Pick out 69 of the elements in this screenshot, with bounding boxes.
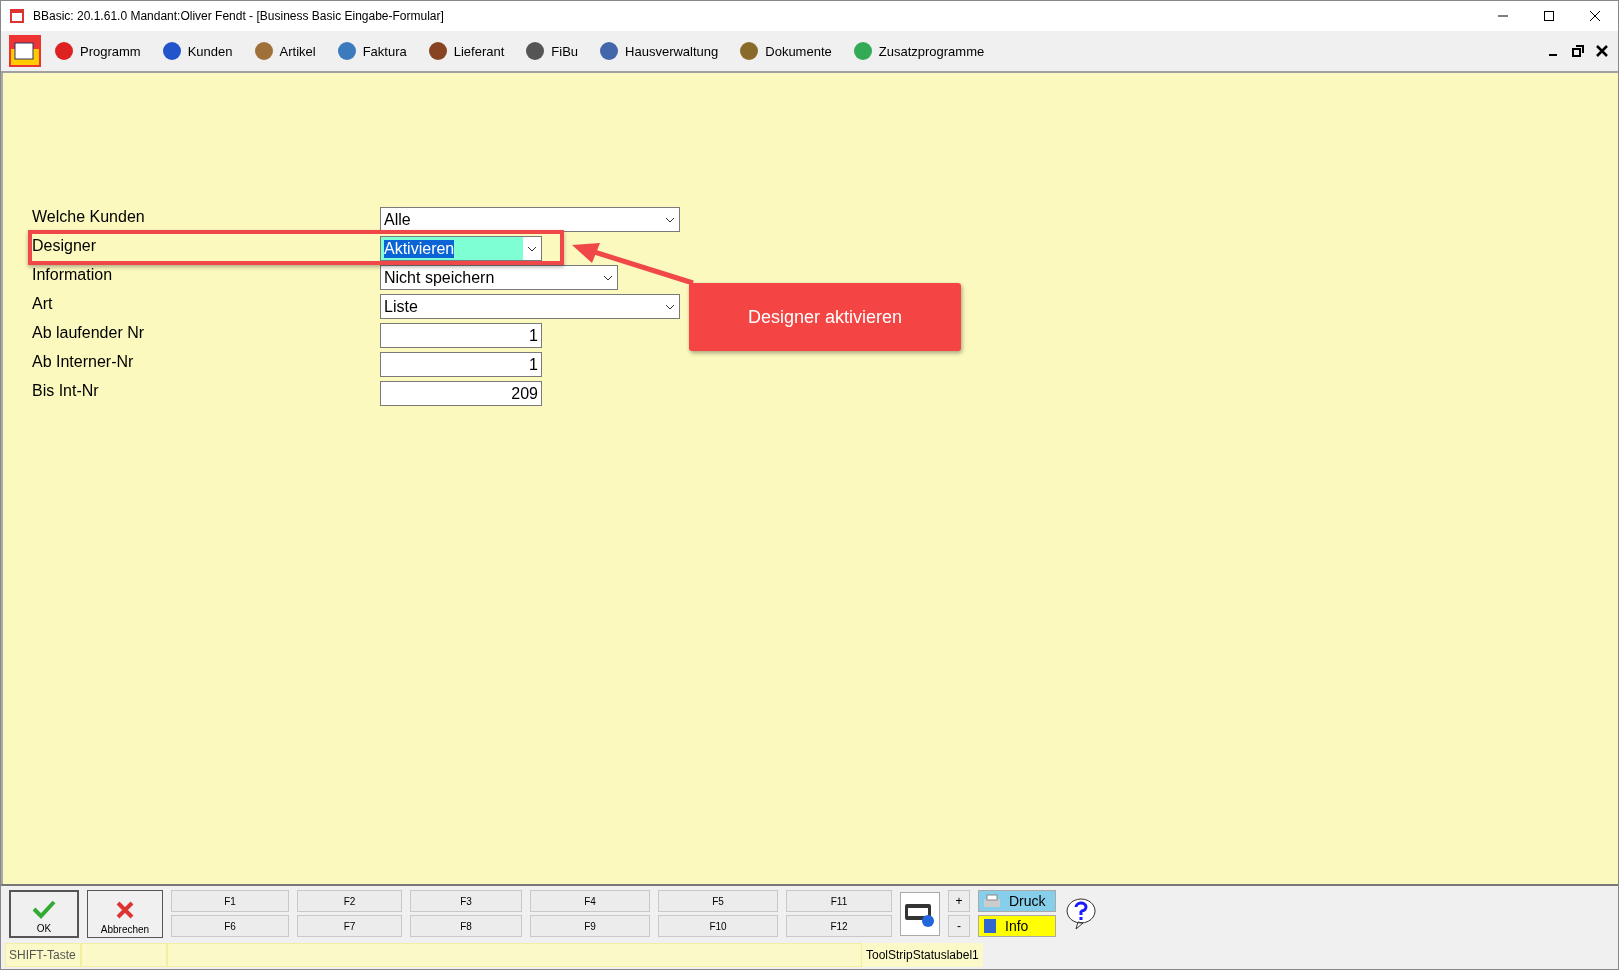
menu-icon [252,40,275,62]
close-icon [1590,11,1600,21]
menu-icon [53,40,75,62]
restore-icon[interactable] [1572,45,1584,57]
status-label: SHIFT-Taste [5,943,81,967]
menu-item[interactable]: Lieferant [418,35,513,67]
window-title: BBasic: 20.1.61.0 Mandant:Oliver Fendt - [Business Basic Eingabe-Formular] [33,9,445,23]
app-icon [9,8,25,24]
function-key-button[interactable]: F9 [530,915,650,937]
field-label: Designer [32,236,98,256]
function-key-button[interactable]: F6 [171,915,289,937]
cancel-button[interactable]: Abbrechen [87,889,163,938]
menu-icon [738,40,761,62]
function-key-button[interactable]: F1 [171,890,289,912]
function-key-button[interactable]: F4 [530,890,650,912]
function-key-button[interactable]: F2 [297,890,402,912]
menu-item[interactable]: Hausverwaltung [590,35,727,67]
maximize-icon [1544,11,1554,21]
function-key-button[interactable]: F7 [297,915,402,937]
cross-icon [115,899,135,920]
keyboard-info-button[interactable] [900,891,940,936]
field-label: Art [32,294,54,314]
print-button[interactable]: Druck [978,890,1056,912]
help-icon[interactable] [1064,896,1098,931]
menu-item[interactable]: Artikel [244,35,324,67]
menu-icon [598,40,621,62]
menu-icon [160,40,183,62]
function-key-button[interactable]: F3 [410,890,522,912]
menu-item[interactable]: Dokumente [730,35,840,67]
number-field[interactable]: 1 [380,352,542,377]
menu-item[interactable]: Programm [45,35,149,67]
info-button[interactable]: Info [978,915,1056,937]
menu-item[interactable]: Zusatzprogramme [843,35,993,67]
status-label: ToolStripStatuslabel1 [862,943,983,967]
dropdown-field[interactable]: Alle [380,207,680,232]
field-label: Welche Kunden [32,207,146,227]
function-key-button[interactable]: F11 [786,890,892,912]
menu-item[interactable]: Kunden [152,35,241,67]
minus-button[interactable]: - [948,915,970,937]
chevron-down-icon [527,245,537,252]
field-label: Information [32,265,114,285]
number-field[interactable]: 1 [380,323,542,348]
number-field[interactable]: 209 [380,381,542,406]
logo-icon[interactable] [9,35,41,67]
ok-button[interactable]: OK [9,889,79,938]
callout-label: Designer aktivieren [689,283,961,351]
dropdown-field[interactable]: Nicht speichern [380,265,618,290]
menu-icon [426,40,449,62]
plus-button[interactable]: + [948,890,970,912]
dropdown-field[interactable]: Liste [380,294,680,319]
field-label: Ab Interner-Nr [32,352,135,372]
menu-icon [524,40,547,62]
function-key-button[interactable]: F5 [658,890,778,912]
menu-icon [851,40,874,62]
chevron-down-icon [665,303,675,310]
menu-icon [335,40,358,62]
menu-item[interactable]: FiBu [516,35,587,67]
close-icon[interactable] [1596,45,1608,57]
field-label: Bis Int-Nr [32,381,100,401]
function-key-button[interactable]: F12 [786,915,892,937]
printer-icon [983,894,1001,908]
function-key-button[interactable]: F10 [658,915,778,937]
chevron-down-icon [665,216,675,223]
function-key-button[interactable]: F8 [410,915,522,937]
dropdown-field[interactable]: Aktivieren [380,236,542,261]
chevron-down-icon [603,274,613,281]
checkmark-icon [32,898,56,919]
field-label: Ab laufender Nr [32,323,146,343]
menu-item[interactable]: Faktura [327,35,415,67]
